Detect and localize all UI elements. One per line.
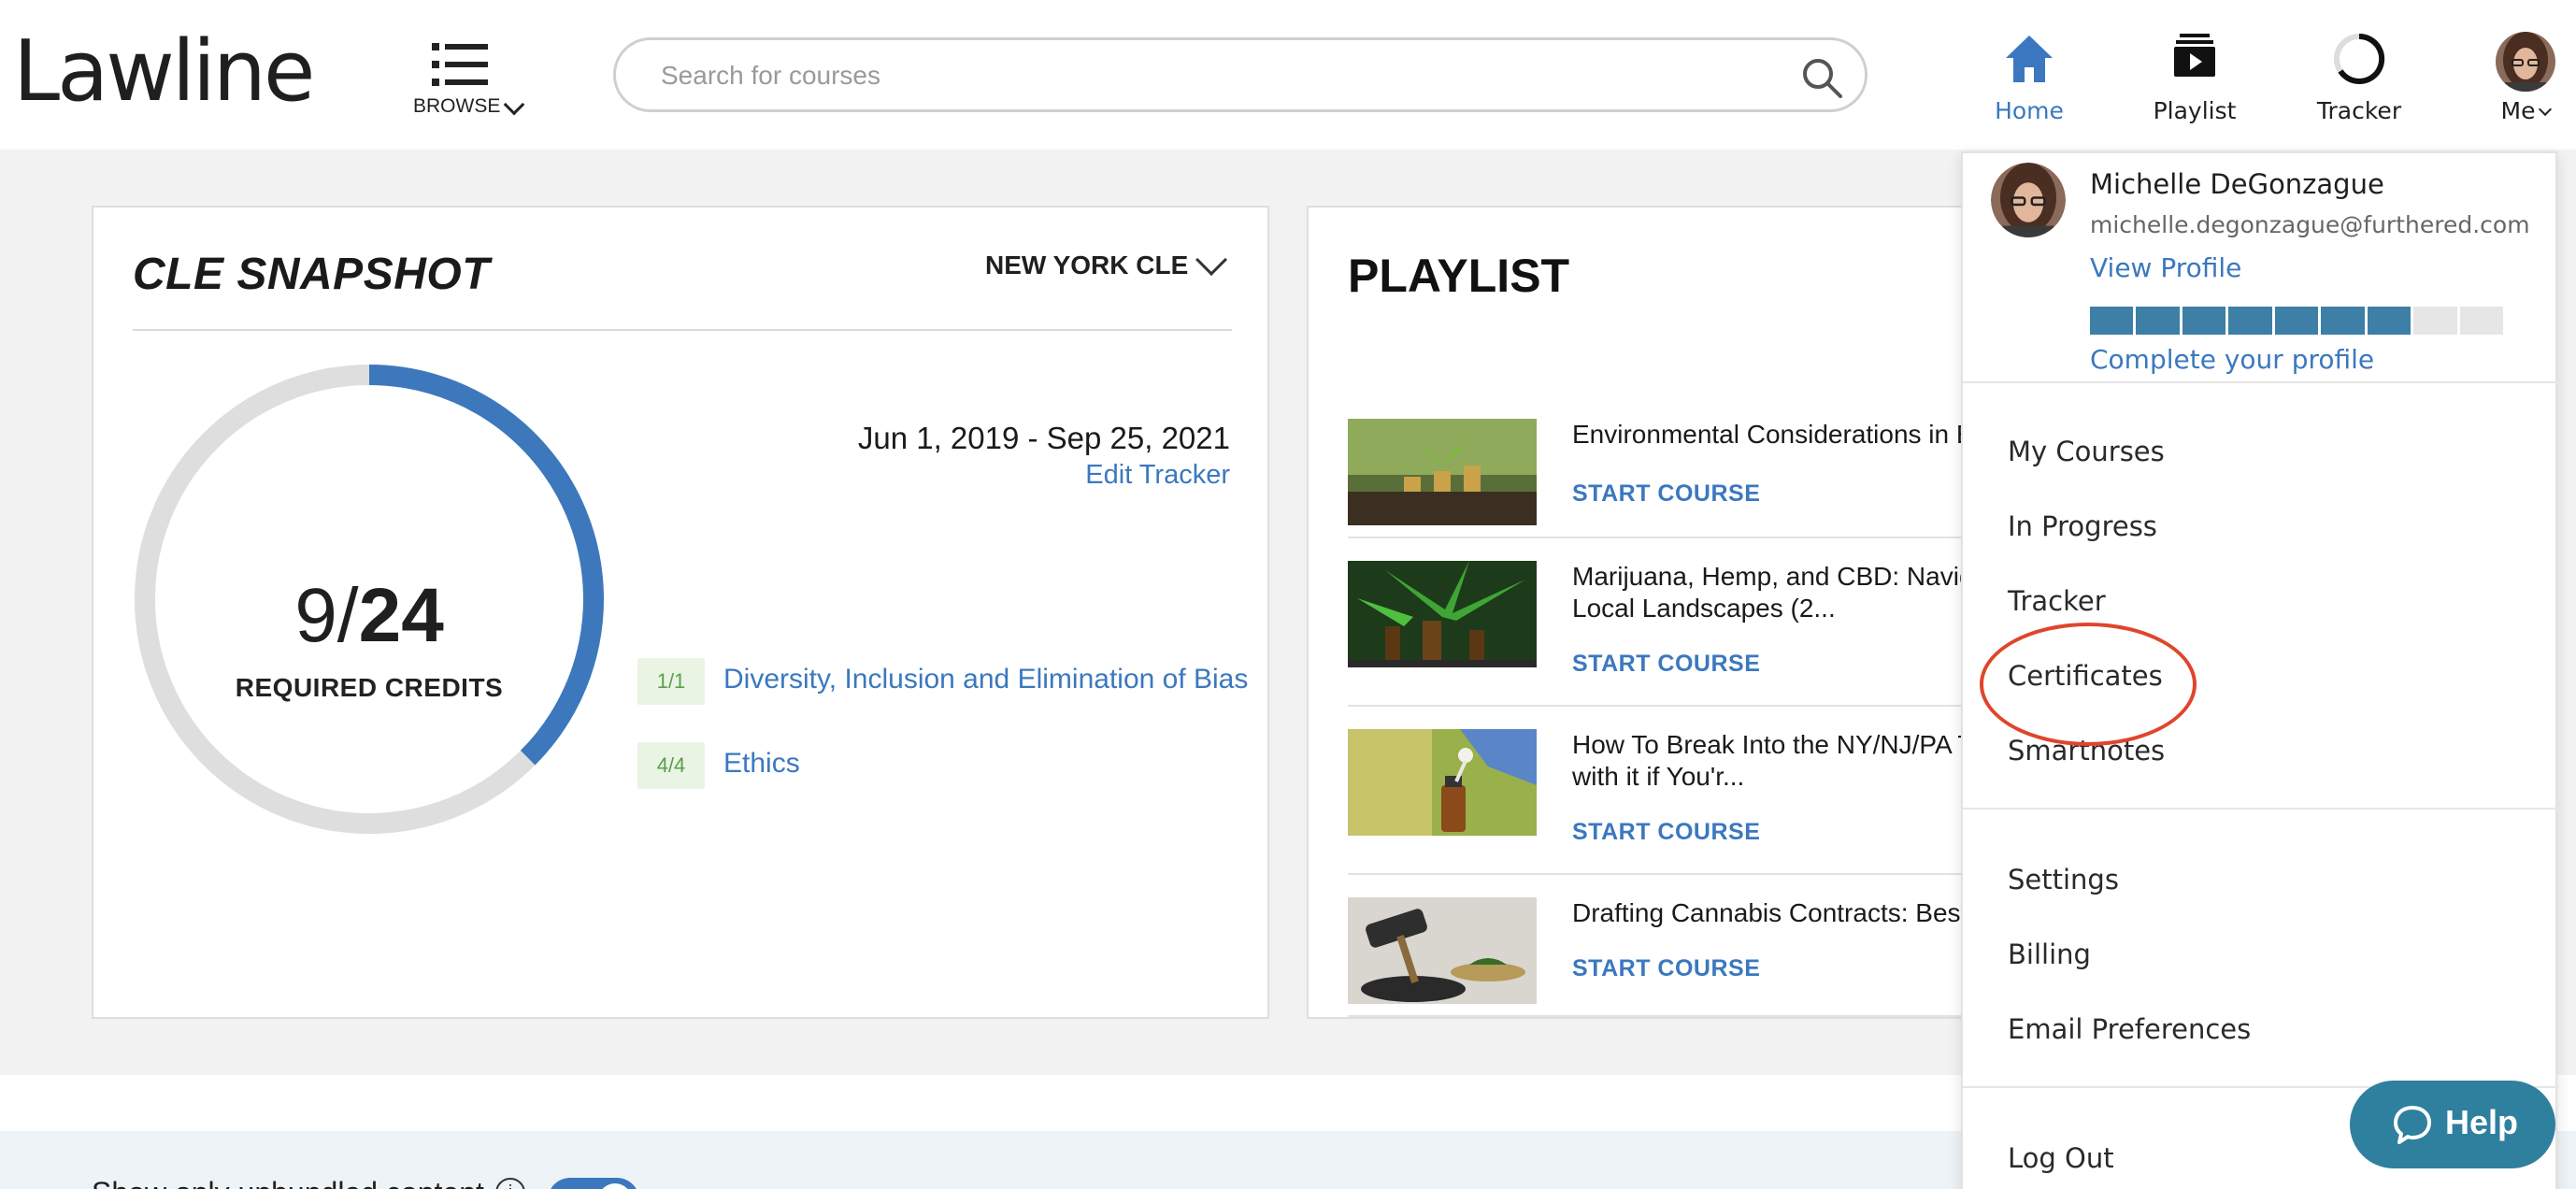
browse-menu-button[interactable]: BROWSE xyxy=(409,43,531,127)
complete-profile-link[interactable]: Complete your profile xyxy=(2090,344,2374,375)
progress-segment xyxy=(2136,307,2180,335)
start-course-button[interactable]: START COURSE xyxy=(1572,955,1760,982)
home-icon xyxy=(2006,36,2053,82)
progress-segment xyxy=(2459,307,2503,335)
nav-me[interactable]: Me xyxy=(2490,32,2561,129)
divider xyxy=(133,329,1232,331)
menu-item-billing[interactable]: Billing xyxy=(2008,938,2091,970)
user-dropdown-menu: Michelle DeGonzague michelle.degonzague@… xyxy=(1961,151,2559,1189)
menu-item-email-preferences[interactable]: Email Preferences xyxy=(2008,1013,2251,1045)
progress-segment xyxy=(2228,307,2272,335)
progress-segment xyxy=(2090,307,2134,335)
help-label: Help xyxy=(2445,1103,2519,1141)
course-thumbnail[interactable] xyxy=(1348,419,1537,525)
progress-segment xyxy=(2274,307,2319,335)
requirement-link-ethics[interactable]: Ethics xyxy=(723,748,800,780)
annotation-highlight-circle xyxy=(1980,623,2197,746)
course-thumbnail[interactable] xyxy=(1348,729,1537,836)
cle-snapshot-title: CLE SNAPSHOT xyxy=(133,250,491,299)
nav-tracker[interactable]: Tracker xyxy=(2312,32,2406,129)
search-bar xyxy=(613,37,1868,112)
chevron-down-icon xyxy=(1195,244,1227,276)
tracker-icon xyxy=(2334,33,2385,84)
nav-playlist[interactable]: Playlist xyxy=(2150,32,2240,129)
playlist-icon xyxy=(2174,34,2215,77)
user-email: michelle.degonzague@furthered.com xyxy=(2090,211,2530,238)
chevron-down-icon xyxy=(2539,102,2553,117)
nav-home[interactable]: Home xyxy=(1989,32,2069,129)
nav-me-label: Me xyxy=(2490,97,2561,124)
credits-earned: 9 xyxy=(294,573,337,658)
course-thumbnail[interactable] xyxy=(1348,561,1537,667)
divider xyxy=(1963,808,2559,809)
start-course-button[interactable]: START COURSE xyxy=(1572,651,1760,678)
user-name: Michelle DeGonzague xyxy=(2090,168,2384,200)
unbundled-toggle[interactable] xyxy=(548,1178,639,1189)
menu-item-log-out[interactable]: Log Out xyxy=(2008,1142,2114,1174)
help-button[interactable]: Help xyxy=(2350,1081,2555,1168)
avatar xyxy=(1991,163,2066,237)
progress-segment xyxy=(2321,307,2365,335)
progress-segment xyxy=(2182,307,2226,335)
cle-snapshot-card: CLE SNAPSHOT NEW YORK CLE 9/24 REQUIRED … xyxy=(92,206,1269,1019)
jurisdiction-label: NEW YORK CLE xyxy=(985,251,1189,279)
requirement-badge: 1/1 xyxy=(637,658,705,705)
profile-completion-bar xyxy=(2090,307,2503,335)
credits-count: 9/24 xyxy=(294,573,444,658)
nav-playlist-label: Playlist xyxy=(2153,97,2237,124)
requirement-link-diversity[interactable]: Diversity, Inclusion and Elimination of … xyxy=(723,664,1248,695)
reporting-period: Jun 1, 2019 - Sep 25, 2021 xyxy=(857,421,1230,455)
list-icon xyxy=(432,43,488,86)
requirement-badge: 4/4 xyxy=(637,742,705,789)
top-navigation: Lawline BROWSE Home Playlist xyxy=(0,0,2576,150)
avatar xyxy=(2496,32,2555,92)
credits-required: 24 xyxy=(358,573,444,658)
chat-bubble-icon xyxy=(2394,1106,2431,1144)
menu-item-settings[interactable]: Settings xyxy=(2008,864,2119,895)
menu-item-tracker[interactable]: Tracker xyxy=(2008,585,2106,617)
progress-segment xyxy=(2367,307,2411,335)
start-course-button[interactable]: START COURSE xyxy=(1572,480,1760,508)
lawline-logo[interactable]: Lawline xyxy=(13,21,315,123)
start-course-button[interactable]: START COURSE xyxy=(1572,819,1760,846)
divider xyxy=(1963,381,2559,383)
toggle-knob xyxy=(598,1183,632,1189)
nav-home-label: Home xyxy=(1995,97,2064,124)
nav-me-text: Me xyxy=(2500,97,2536,124)
nav-tracker-label: Tracker xyxy=(2316,97,2402,124)
unbundled-filter-label: Show only unbundled content xyxy=(92,1176,484,1189)
playlist-title: PLAYLIST xyxy=(1348,250,1570,302)
search-input[interactable] xyxy=(661,57,1764,94)
info-icon[interactable]: i xyxy=(495,1178,525,1189)
menu-item-in-progress[interactable]: In Progress xyxy=(2008,510,2157,542)
chevron-down-icon xyxy=(503,93,525,116)
menu-item-my-courses[interactable]: My Courses xyxy=(2008,436,2165,467)
jurisdiction-dropdown[interactable]: NEW YORK CLE xyxy=(985,244,1227,280)
search-icon[interactable] xyxy=(1799,55,1844,100)
required-credits-label: REQUIRED CREDITS xyxy=(235,673,504,702)
browse-label: BROWSE xyxy=(413,95,501,117)
edit-tracker-link[interactable]: Edit Tracker xyxy=(1085,460,1230,491)
progress-segment xyxy=(2413,307,2457,335)
course-thumbnail[interactable] xyxy=(1348,897,1537,1004)
view-profile-link[interactable]: View Profile xyxy=(2090,252,2241,283)
